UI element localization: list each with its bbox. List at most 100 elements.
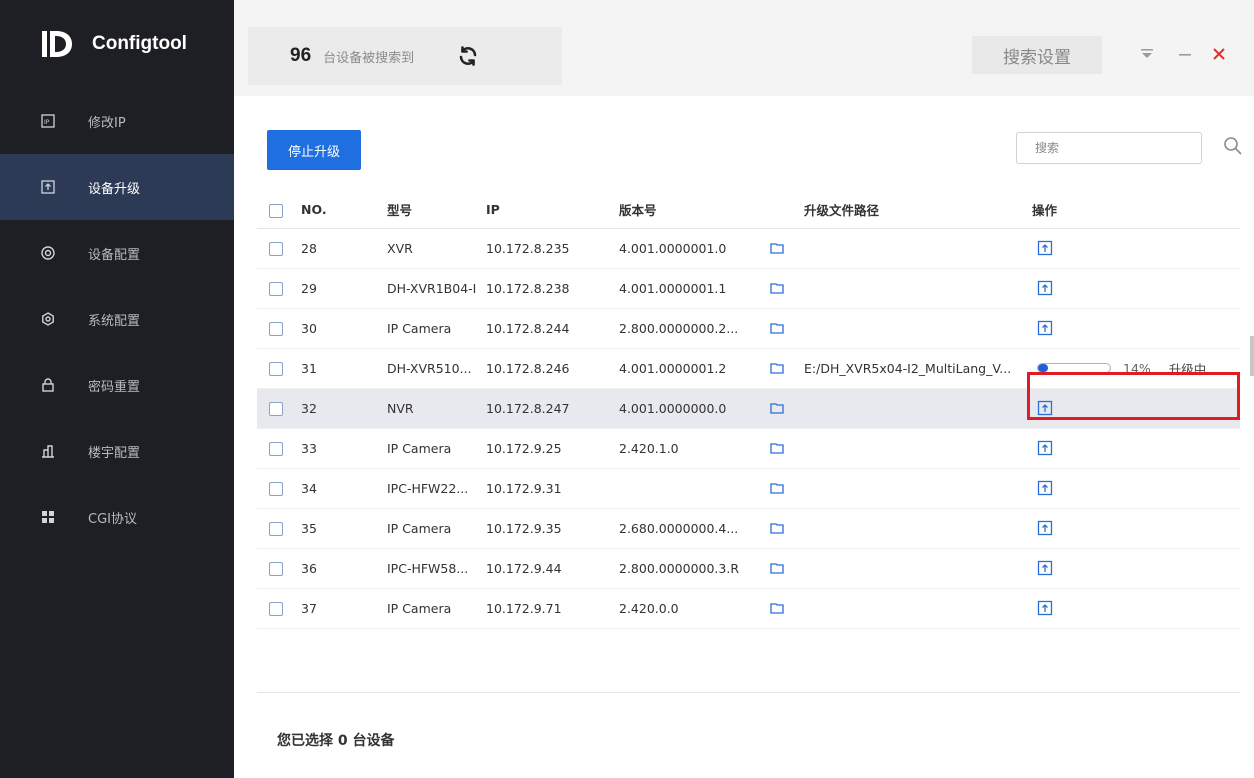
folder-icon[interactable]	[769, 360, 785, 376]
minimize-icon[interactable]	[1175, 44, 1195, 64]
sidebar-nav: IP 修改IP 设备升级设备配置系统配置密码重置楼宇配置 CGI协议	[0, 88, 234, 550]
folder-cell	[769, 548, 799, 588]
folder-icon[interactable]	[769, 320, 785, 336]
column-header[interactable]: 版本号	[619, 192, 769, 228]
upgrade-icon[interactable]	[1037, 480, 1053, 496]
upgrade-icon[interactable]	[1037, 560, 1053, 576]
sidebar-item[interactable]: IP 修改IP	[0, 88, 234, 154]
folder-cell	[769, 348, 799, 388]
lock-icon	[40, 377, 56, 393]
row-checkbox[interactable]	[269, 241, 283, 256]
table-row[interactable]: 35 IP Camera 10.172.9.35 2.680.0000000.4...	[257, 508, 1240, 548]
operation-cell	[1027, 548, 1240, 588]
column-header[interactable]: 升级文件路径	[799, 192, 1027, 228]
upgrade-icon[interactable]	[1037, 320, 1053, 336]
sidebar-item[interactable]: CGI协议	[0, 484, 234, 550]
ip-cell: 10.172.9.25	[486, 440, 562, 456]
select-all-checkbox[interactable]	[269, 203, 283, 218]
row-checkbox[interactable]	[269, 561, 283, 576]
cgi-icon	[40, 509, 56, 525]
column-header[interactable]: 型号	[387, 192, 486, 228]
sidebar-item-label: 楼宇配置	[88, 445, 141, 461]
upgrade-icon[interactable]	[1037, 400, 1053, 416]
checkbox-cell	[257, 348, 301, 388]
sidebar-item-label: 设备配置	[88, 247, 141, 263]
model-cell: XVR	[387, 240, 413, 256]
table-row[interactable]: 30 IP Camera 10.172.8.244 2.800.0000000.2..…	[257, 308, 1240, 348]
folder-icon[interactable]	[769, 440, 785, 456]
table-row[interactable]: 33 IP Camera 10.172.9.25 2.420.1.0	[257, 428, 1240, 468]
upgrade-icon[interactable]	[1037, 240, 1053, 256]
folder-cell	[769, 228, 799, 268]
row-checkbox[interactable]	[269, 601, 283, 616]
row-checkbox[interactable]	[269, 281, 283, 296]
folder-icon[interactable]	[769, 400, 785, 416]
close-icon[interactable]	[1209, 44, 1229, 64]
folder-icon[interactable]	[769, 240, 785, 256]
ip-cell: 10.172.8.247	[486, 400, 570, 416]
column-header[interactable]: IP	[486, 192, 619, 228]
path-cell	[799, 508, 1027, 548]
folder-icon[interactable]	[769, 560, 785, 576]
folder-cell	[769, 388, 799, 428]
search-input[interactable]	[1035, 141, 1185, 155]
folder-icon[interactable]	[769, 600, 785, 616]
refresh-icon[interactable]	[456, 44, 480, 68]
table-row[interactable]: 28 XVR 10.172.8.235 4.001.0000001.0	[257, 228, 1240, 268]
ip-cell: 10.172.8.238	[486, 280, 570, 296]
upgrade-icon	[40, 179, 56, 195]
search-icon[interactable]	[1223, 136, 1243, 156]
folder-cell	[769, 308, 799, 348]
sidebar-item[interactable]: 设备升级	[0, 154, 234, 220]
table-row[interactable]: 37 IP Camera 10.172.9.71 2.420.0.0	[257, 588, 1240, 628]
folder-icon[interactable]	[769, 280, 785, 296]
table-header: NO. 型号 IP 版本号 升级文件路径 操作	[257, 192, 1240, 228]
upgrade-status: 升级中	[1168, 361, 1207, 377]
upgrade-progress: 14% 升级中	[1037, 359, 1240, 378]
main-panel: 停止升级 NO. 型号 IP 版本号 升级文件路径 操作 28 XVR 10.172…	[257, 116, 1243, 778]
upgrade-icon[interactable]	[1037, 520, 1053, 536]
table-row[interactable]: 34 IPC-HFW22... 10.172.9.31	[257, 468, 1240, 508]
row-checkbox[interactable]	[269, 521, 283, 536]
no-cell: 31	[301, 360, 317, 376]
table-row[interactable]: 29 DH-XVR1B04-I 10.172.8.238 4.001.0000001.…	[257, 268, 1240, 308]
row-checkbox[interactable]	[269, 401, 283, 416]
sidebar-item[interactable]: 楼宇配置	[0, 418, 234, 484]
row-checkbox[interactable]	[269, 441, 283, 456]
row-checkbox[interactable]	[269, 361, 283, 376]
table-row[interactable]: 36 IPC-HFW58... 10.172.9.44 2.800.0000000.3…	[257, 548, 1240, 588]
operation-cell	[1027, 428, 1240, 468]
sidebar-item[interactable]: 系统配置	[0, 286, 234, 352]
search-box	[1016, 132, 1202, 164]
upgrade-icon[interactable]	[1037, 280, 1053, 296]
device-count: 96	[290, 45, 312, 66]
select-all-checkbox-cell	[257, 192, 301, 228]
sidebar-item[interactable]: 密码重置	[0, 352, 234, 418]
dropdown-icon[interactable]	[1137, 44, 1157, 64]
ip-cell: 10.172.8.235	[486, 240, 570, 256]
folder-icon[interactable]	[769, 480, 785, 496]
checkbox-cell	[257, 548, 301, 588]
row-checkbox[interactable]	[269, 481, 283, 496]
column-header[interactable]: NO.	[301, 192, 387, 228]
stop-upgrade-button[interactable]: 停止升级	[267, 130, 361, 170]
upgrade-icon[interactable]	[1037, 600, 1053, 616]
configtool-logo-icon	[40, 29, 78, 59]
path-cell	[799, 228, 1027, 268]
row-checkbox[interactable]	[269, 321, 283, 336]
scrollbar-thumb[interactable]	[1250, 336, 1254, 376]
sidebar-item-label: 密码重置	[88, 379, 141, 395]
folder-icon[interactable]	[769, 520, 785, 536]
search-settings-button[interactable]: 搜索设置	[972, 36, 1102, 74]
table-row[interactable]: 31 DH-XVR510... 10.172.8.246 4.001.0000001.…	[257, 348, 1240, 388]
version-cell: 2.800.0000000.3.R	[619, 560, 740, 576]
checkbox-cell	[257, 228, 301, 268]
sidebar-item[interactable]: 设备配置	[0, 220, 234, 286]
no-cell: 35	[301, 520, 317, 536]
operation-cell	[1027, 388, 1240, 428]
column-header[interactable]: 操作	[1027, 192, 1240, 228]
system-config-icon	[40, 311, 56, 327]
ip-cell: 10.172.8.246	[486, 360, 570, 376]
table-row[interactable]: 32 NVR 10.172.8.247 4.001.0000000.0	[257, 388, 1240, 428]
upgrade-icon[interactable]	[1037, 440, 1053, 456]
